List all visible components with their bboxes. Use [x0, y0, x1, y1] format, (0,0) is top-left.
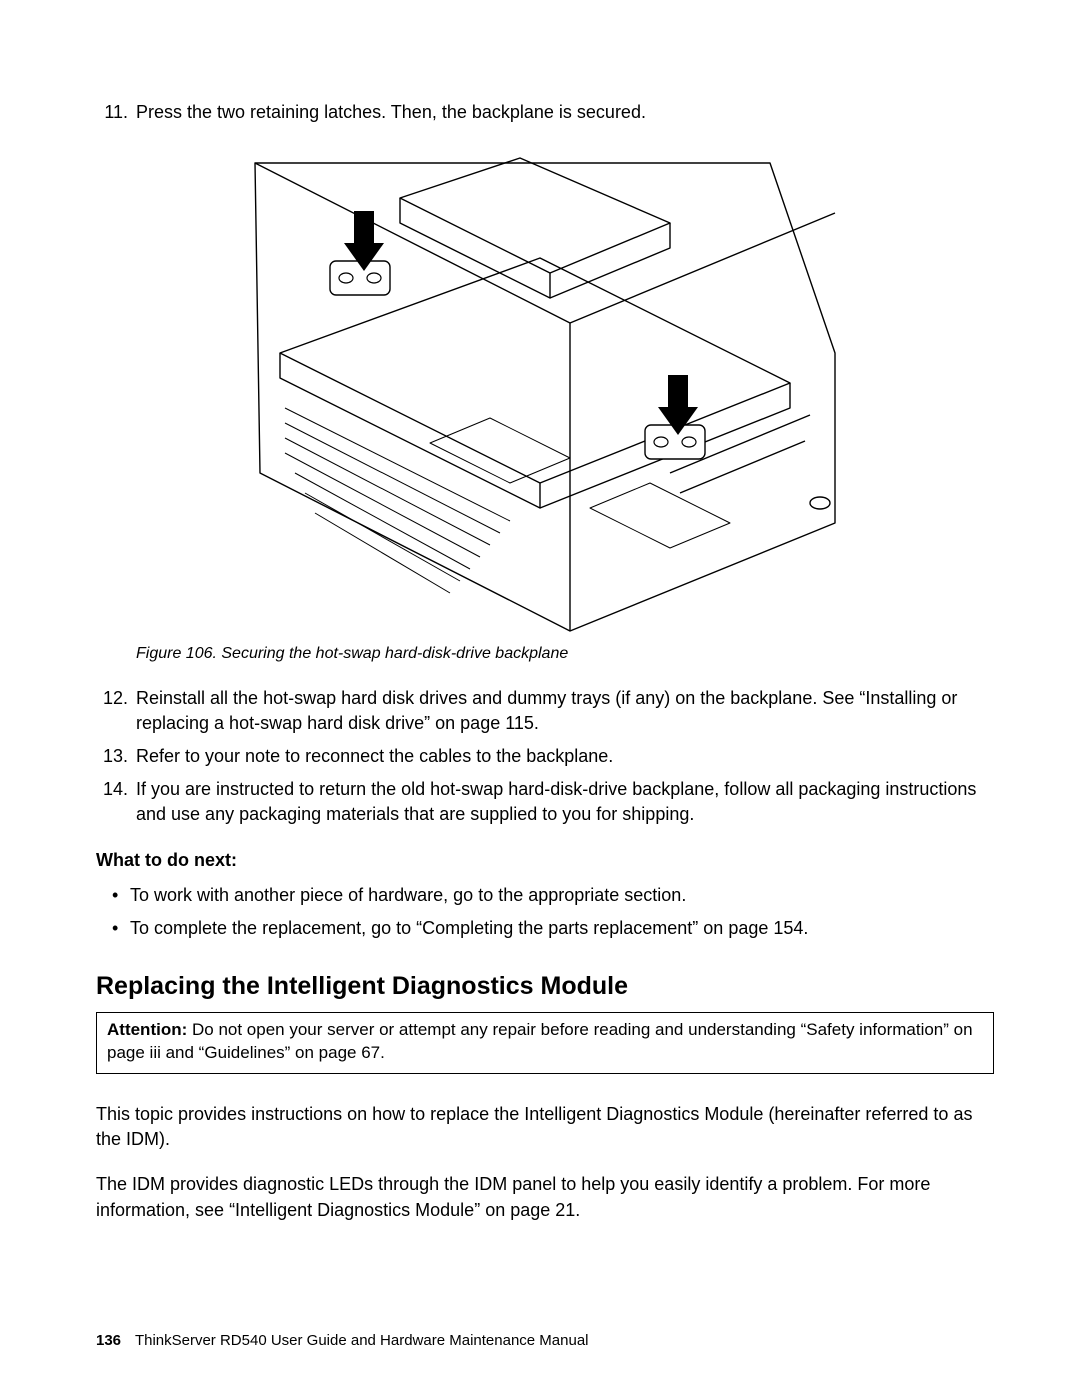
figure-caption: Figure 106. Securing the hot-swap hard-d…: [136, 643, 994, 665]
list-item: • To complete the replacement, go to “Co…: [112, 916, 994, 941]
step-11: 11. Press the two retaining latches. The…: [96, 100, 994, 125]
step-list-top: 11. Press the two retaining latches. The…: [96, 100, 994, 125]
page-number: 136: [96, 1332, 121, 1349]
step-text: Refer to your note to reconnect the cabl…: [136, 744, 994, 769]
list-item: • To work with another piece of hardware…: [112, 883, 994, 908]
attention-box: Attention: Do not open your server or at…: [96, 1012, 994, 1074]
figure-106: Figure 106. Securing the hot-swap hard-d…: [96, 153, 994, 665]
step-list-bottom: 12. Reinstall all the hot-swap hard disk…: [96, 686, 994, 828]
step-number: 13.: [96, 744, 136, 769]
step-number: 14.: [96, 777, 136, 827]
what-next-list: • To work with another piece of hardware…: [112, 883, 994, 941]
list-text: To work with another piece of hardware, …: [130, 883, 686, 908]
step-14: 14. If you are instructed to return the …: [96, 777, 994, 827]
step-text: Reinstall all the hot-swap hard disk dri…: [136, 686, 994, 736]
step-12: 12. Reinstall all the hot-swap hard disk…: [96, 686, 994, 736]
page-footer: 136 ThinkServer RD540 User Guide and Har…: [96, 1330, 589, 1351]
footer-title: ThinkServer RD540 User Guide and Hardwar…: [135, 1332, 589, 1349]
step-13: 13. Refer to your note to reconnect the …: [96, 744, 994, 769]
step-text: Press the two retaining latches. Then, t…: [136, 100, 994, 125]
attention-text: Do not open your server or attempt any r…: [107, 1020, 973, 1062]
step-text: If you are instructed to return the old …: [136, 777, 994, 827]
figure-illustration: [250, 153, 840, 633]
section-para-2: The IDM provides diagnostic LEDs through…: [96, 1172, 994, 1222]
bullet-icon: •: [112, 916, 130, 941]
bullet-icon: •: [112, 883, 130, 908]
attention-label: Attention:: [107, 1020, 187, 1039]
what-to-do-next-heading: What to do next:: [96, 848, 994, 873]
page-content: 11. Press the two retaining latches. The…: [0, 0, 1080, 1293]
section-para-1: This topic provides instructions on how …: [96, 1102, 994, 1152]
step-number: 12.: [96, 686, 136, 736]
step-number: 11.: [96, 100, 136, 125]
section-heading: Replacing the Intelligent Diagnostics Mo…: [96, 969, 994, 1004]
list-text: To complete the replacement, go to “Comp…: [130, 916, 808, 941]
